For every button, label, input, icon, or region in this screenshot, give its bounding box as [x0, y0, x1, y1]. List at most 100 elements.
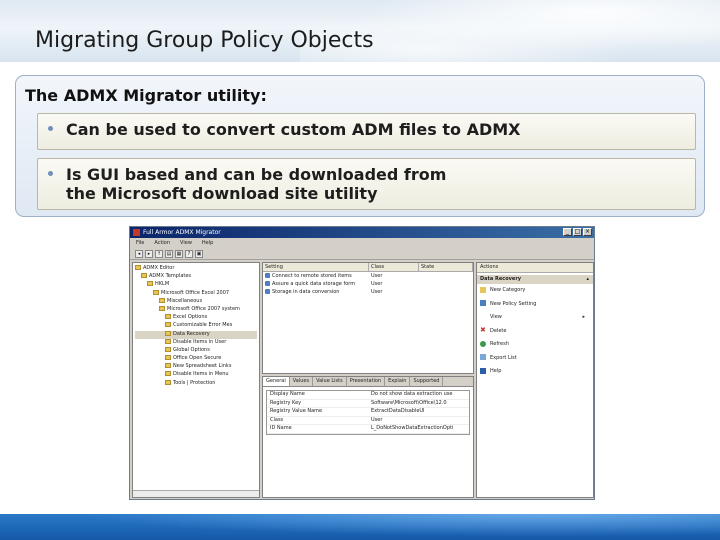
back-icon[interactable]: ◂	[135, 249, 143, 258]
folder-icon	[159, 297, 165, 303]
folder-icon	[153, 289, 159, 295]
slide-footer	[0, 514, 720, 540]
export-icon	[480, 354, 486, 360]
action-help[interactable]: Help	[477, 365, 593, 379]
bullet-text: Can be used to convert custom ADM files …	[66, 120, 521, 139]
tree-item[interactable]: Excel Options	[135, 314, 257, 322]
app-icon	[133, 229, 140, 236]
policy-icon	[265, 273, 270, 278]
tree-item[interactable]: Office Open Secure	[135, 355, 257, 363]
tab-general[interactable]: General	[263, 377, 290, 386]
column-header-setting[interactable]: Setting	[263, 263, 369, 271]
folder-icon	[141, 273, 147, 279]
policy-icon	[480, 300, 486, 306]
policy-icon	[265, 289, 270, 294]
bullet-item: Can be used to convert custom ADM files …	[37, 113, 696, 150]
menu-file[interactable]: File	[136, 240, 144, 246]
up-icon[interactable]: ↑	[155, 249, 163, 258]
tree-item[interactable]: Customizable Error Mes	[135, 322, 257, 330]
folder-icon	[165, 355, 171, 361]
refresh-icon	[480, 340, 486, 347]
tree-item[interactable]: Microsoft Office Excel 2007	[135, 289, 257, 298]
forward-icon[interactable]: ▸	[145, 249, 153, 258]
admx-migrator-screenshot: Full Armor ADMX Migrator _ □ × File Acti…	[129, 226, 595, 500]
action-new-policy-setting[interactable]: New Policy Setting	[477, 298, 593, 312]
panel-heading: The ADMX Migrator utility:	[25, 86, 267, 105]
maximize-button[interactable]: □	[573, 228, 582, 236]
tree-item[interactable]: Disable Items in User	[135, 338, 257, 347]
show-hide-tree-icon[interactable]: ▤	[165, 249, 173, 258]
tree-item[interactable]: HKLM	[135, 281, 257, 289]
tree-item[interactable]: Microsoft Office 2007 system	[135, 305, 257, 314]
tree-item[interactable]: Tools | Protection	[135, 379, 257, 388]
tree-item-selected[interactable]: Data Recovery	[135, 330, 257, 339]
folder-icon	[165, 338, 171, 344]
minimize-button[interactable]: _	[563, 228, 572, 236]
tree-item[interactable]: ADMX Templates	[135, 273, 257, 281]
folder-icon	[147, 281, 153, 287]
action-new-category[interactable]: New Category	[477, 284, 593, 298]
tree-item[interactable]: Global Options	[135, 346, 257, 355]
action-delete[interactable]: ✖ Delete	[477, 325, 593, 339]
slide-header: Migrating Group Policy Objects	[0, 0, 720, 62]
tab-value-lists[interactable]: Value Lists	[313, 377, 347, 386]
actions-section-title[interactable]: Data Recovery ▴	[477, 275, 593, 284]
menu-help[interactable]: Help	[202, 240, 213, 246]
tab-presentation[interactable]: Presentation	[347, 377, 386, 386]
tree-item[interactable]: Miscellaneous	[135, 297, 257, 306]
list-row[interactable]: Assure a quick data storage form User	[263, 280, 473, 288]
help-icon[interactable]: ?	[185, 249, 193, 258]
window-title: Full Armor ADMX Migrator	[143, 229, 221, 236]
folder-icon	[165, 371, 171, 377]
list-row[interactable]: Connect to remote stored items User	[263, 272, 473, 280]
property-row[interactable]: Display Name Do not show data extraction …	[267, 391, 469, 400]
folder-icon	[135, 265, 141, 270]
help-icon	[480, 367, 486, 374]
settings-list: Setting Class State Connect to remote st…	[262, 262, 474, 374]
actions-pane: Actions Data Recovery ▴ New Category New …	[476, 262, 594, 498]
menu-action[interactable]: Action	[154, 240, 170, 246]
property-row[interactable]: Registry Key Software\Microsoft\Office\12…	[267, 400, 469, 408]
menu-view[interactable]: View	[180, 240, 192, 246]
action-view[interactable]: View ▸	[477, 311, 593, 325]
property-row[interactable]: Registry Value Name ExtractDataDisableUI	[267, 408, 469, 417]
slide-title: Migrating Group Policy Objects	[35, 28, 374, 53]
column-header-state[interactable]: State	[419, 263, 473, 271]
footer-decoration	[0, 514, 720, 540]
column-header-class[interactable]: Class	[369, 263, 419, 271]
tab-explain[interactable]: Explain	[385, 377, 411, 386]
blank-icon	[480, 314, 486, 320]
tree-scrollbar[interactable]	[133, 490, 259, 497]
view-icon[interactable]: ▣	[195, 249, 203, 258]
menu-bar: File Action View Help	[130, 238, 594, 248]
folder-icon	[165, 330, 171, 336]
folder-icon	[165, 379, 171, 385]
actions-header: Actions	[477, 263, 593, 273]
list-row[interactable]: Storage in data conversion User	[263, 288, 473, 296]
folder-icon	[480, 286, 486, 293]
tree-pane: ADMX Editor ADMX Templates HKLM Microsof…	[132, 262, 260, 498]
property-row[interactable]: Class User	[267, 417, 469, 425]
properties-table: Display Name Do not show data extraction …	[266, 390, 470, 435]
folder-icon	[165, 322, 171, 328]
folder-icon	[165, 346, 171, 352]
tab-values[interactable]: Values	[290, 377, 314, 386]
properties-icon[interactable]: ▦	[175, 249, 183, 258]
tree-item[interactable]: Disable Items in Menu	[135, 371, 257, 379]
folder-icon	[165, 314, 171, 320]
folder-icon	[165, 363, 171, 369]
bullet-text-line2: the Microsoft download site utility	[66, 184, 378, 203]
action-export-list[interactable]: Export List	[477, 352, 593, 366]
collapse-arrow-icon[interactable]: ▴	[586, 275, 589, 284]
tree-item[interactable]: New Spreadsheet Links	[135, 363, 257, 371]
toolbar: ◂ ▸ ↑ ▤ ▦ ? ▣	[130, 248, 594, 260]
close-button[interactable]: ×	[583, 228, 592, 236]
tab-supported[interactable]: Supported	[410, 377, 444, 386]
property-row[interactable]: ID Name L_DoNotShowDataExtractionOpti	[267, 425, 469, 434]
action-refresh[interactable]: Refresh	[477, 338, 593, 352]
bullet-dot-icon	[48, 171, 53, 176]
tree-item[interactable]: ADMX Editor	[135, 265, 257, 273]
submenu-arrow-icon: ▸	[582, 314, 585, 320]
delete-icon: ✖	[480, 326, 486, 334]
bullet-item: Is GUI based and can be downloaded from …	[37, 158, 696, 210]
